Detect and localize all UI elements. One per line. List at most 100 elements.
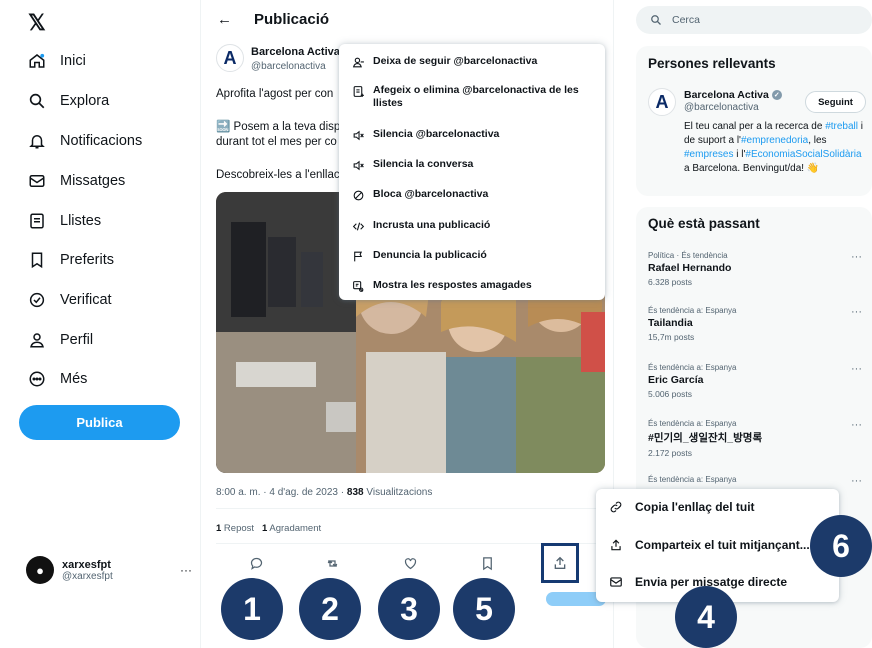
- trend-item[interactable]: Política · És tendència Rafael Hernando …: [648, 251, 862, 287]
- bookmark-icon: [482, 556, 492, 570]
- trend-item[interactable]: És tendència a: Espanya #민기의_생일잔치_방명록 2.…: [648, 419, 862, 458]
- menu-item-lists[interactable]: Afegeix o elimina @barcelonactiva de les…: [351, 84, 591, 110]
- sidebar-item-explora[interactable]: Explora: [28, 92, 109, 110]
- post-text-line: Aprofita l'agost per con: [216, 88, 334, 100]
- trend-item[interactable]: És tendència a: Espanya Eric García 5.00…: [648, 363, 862, 399]
- person-icon: [28, 331, 46, 349]
- hashtag-link[interactable]: #emprenedoria: [741, 135, 808, 146]
- more-dots-icon[interactable]: ···: [851, 363, 862, 375]
- hashtag-link[interactable]: #treball: [825, 121, 858, 132]
- sidebar-item-label: Preferits: [60, 252, 114, 268]
- following-button[interactable]: Seguint: [805, 91, 866, 113]
- back-arrow-icon[interactable]: ←: [217, 11, 232, 28]
- sidebar-item-label: Perfil: [60, 332, 94, 348]
- menu-item-report[interactable]: Denuncia la publicació: [351, 249, 487, 263]
- share-menu: Copia l'enllaç del tuit Comparteix el tu…: [596, 489, 839, 602]
- sidebar-item-preferits[interactable]: Preferits: [28, 251, 114, 269]
- account-handle: @xarxesfpt: [62, 570, 113, 582]
- views-count: 838: [346, 487, 364, 498]
- annotation-badge-2: 2: [299, 578, 361, 640]
- more-dots-icon[interactable]: ···: [851, 475, 862, 487]
- more-dots-icon[interactable]: ···: [851, 251, 862, 263]
- mail-icon: [28, 172, 46, 190]
- repost-button[interactable]: [322, 553, 342, 573]
- left-sidebar: 𝕏 Inici Explora Notificacions Missatges …: [0, 0, 196, 648]
- reply-button[interactable]: [246, 553, 266, 573]
- post-stats: 1 Repost 1 Agradament: [216, 523, 322, 534]
- reply-icon: [250, 557, 262, 570]
- relevant-avatar[interactable]: A: [648, 88, 676, 116]
- post-meta: 8:00 a. m. · 4 d'ag. de 2023 · 838 Visua…: [216, 487, 433, 498]
- relevant-handle[interactable]: @barcelonactiva: [684, 102, 759, 113]
- sidebar-item-llistes[interactable]: Llistes: [28, 212, 101, 230]
- bookmark-button[interactable]: [477, 553, 497, 573]
- repost-icon: [327, 559, 337, 567]
- heart-icon: [404, 557, 416, 569]
- menu-item-unfollow[interactable]: Deixa de seguir @barcelonactiva: [351, 55, 537, 69]
- author-handle[interactable]: @barcelonactiva: [251, 61, 326, 72]
- more-dots-icon[interactable]: ···: [851, 419, 862, 431]
- relevant-people-title: Persones rellevants: [648, 56, 776, 71]
- search-input[interactable]: Cerca: [636, 6, 872, 34]
- annotation-badge-6: 6: [810, 515, 872, 577]
- sidebar-item-label: Notificacions: [60, 133, 143, 149]
- post-text-line: Descobreix-les a l'enllac: [216, 169, 340, 181]
- sidebar-item-perfil[interactable]: Perfil: [28, 331, 93, 349]
- share-copy-link[interactable]: Copia l'enllaç del tuit: [609, 500, 755, 514]
- verified-badge-icon: ✓: [771, 90, 782, 100]
- home-icon: [28, 52, 46, 70]
- more-dots-icon[interactable]: ···: [180, 563, 192, 577]
- trends-title: Què està passant: [648, 216, 760, 231]
- menu-item-block[interactable]: Bloca @barcelonactiva: [351, 188, 488, 202]
- sidebar-item-notificacions[interactable]: Notificacions: [28, 132, 142, 150]
- trend-item[interactable]: És tendència a: Espanya Tailandia 15,7m …: [648, 306, 862, 342]
- bell-icon: [28, 132, 46, 150]
- author-avatar[interactable]: A: [216, 44, 244, 72]
- sidebar-item-label: Missatges: [60, 173, 126, 189]
- sidebar-item-label: Explora: [60, 93, 110, 109]
- share-button[interactable]: [541, 543, 579, 583]
- divider: [216, 508, 605, 509]
- sidebar-item-mes[interactable]: Més: [28, 370, 87, 388]
- share-icon: [554, 556, 566, 569]
- relevant-bio: El teu canal per a la recerca de #trebal…: [684, 121, 864, 174]
- menu-item-mute-user[interactable]: Silencia @barcelonactiva: [351, 128, 499, 142]
- mail-icon: [610, 577, 622, 587]
- post-text-line: durant tot el mes per co: [216, 136, 337, 148]
- annotation-badge-3: 3: [378, 578, 440, 640]
- search-placeholder: Cerca: [672, 14, 701, 26]
- search-icon: [651, 15, 661, 25]
- x-logo-icon[interactable]: 𝕏: [28, 10, 46, 36]
- hashtag-link[interactable]: #EconomiaSocialSolidària: [745, 149, 861, 160]
- menu-item-embed[interactable]: Incrusta una publicació: [351, 219, 490, 233]
- mute-icon: [351, 128, 365, 142]
- annotation-badge-4: 4: [675, 586, 737, 648]
- sidebar-item-missatges[interactable]: Missatges: [28, 172, 125, 190]
- sidebar-item-label: Llistes: [60, 213, 102, 229]
- embed-icon: [351, 219, 365, 233]
- share-via[interactable]: Comparteix el tuit mitjançant...: [609, 538, 810, 552]
- page-title: Publicació: [254, 11, 330, 28]
- unfollow-icon: [351, 55, 365, 69]
- like-button[interactable]: [400, 553, 420, 573]
- relevant-name[interactable]: Barcelona Activa ✓: [684, 89, 782, 101]
- account-name: xarxesfpt: [62, 558, 111, 571]
- publish-button[interactable]: Publica: [19, 405, 180, 440]
- trend-item[interactable]: És tendència a: Espanya ···: [648, 475, 862, 487]
- link-icon: [610, 501, 622, 513]
- share-icon: [611, 539, 621, 551]
- avatar: ●: [26, 556, 54, 584]
- sidebar-item-verificat[interactable]: Verificat: [28, 291, 112, 309]
- more-dots-icon[interactable]: ···: [851, 306, 862, 318]
- menu-item-mute-conversation[interactable]: Silencia la conversa: [351, 158, 473, 172]
- hashtag-link[interactable]: #empreses: [684, 149, 733, 160]
- author-name[interactable]: Barcelona Activa: [251, 46, 340, 58]
- mute-conversation-icon: [351, 158, 365, 172]
- sidebar-item-inici[interactable]: Inici: [28, 52, 86, 70]
- block-icon: [351, 188, 365, 202]
- post-text-line: 🔜 Posem a la teva disp: [216, 121, 341, 133]
- account-switcher[interactable]: ● xarxesfpt @xarxesfpt ···: [26, 556, 192, 584]
- menu-item-hidden-replies[interactable]: Mostra les respostes amagades: [351, 279, 532, 293]
- search-icon: [28, 92, 46, 110]
- post-options-menu: Deixa de seguir @barcelonactiva Afegeix …: [339, 44, 605, 300]
